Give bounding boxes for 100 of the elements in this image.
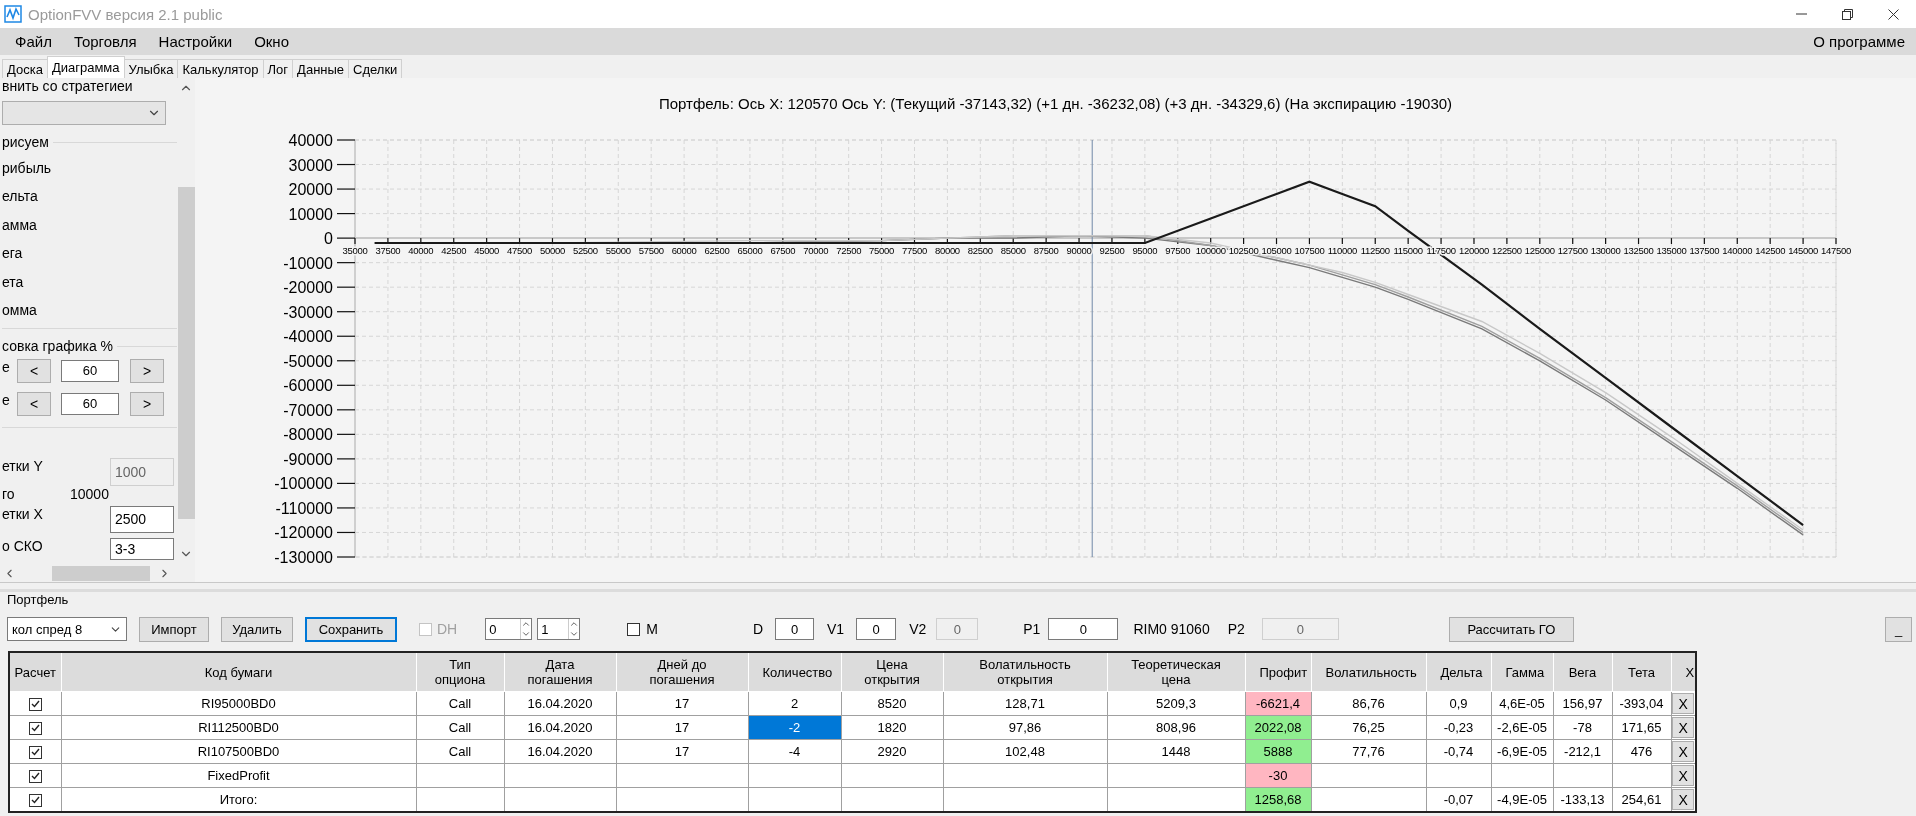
table-cell: 76,25 — [1311, 715, 1426, 740]
axis-label: 55000 — [605, 245, 631, 257]
axis-label: -120000 — [274, 524, 333, 542]
table-cell: 97,86 — [943, 715, 1107, 740]
table-cell: 16.04.2020 — [504, 739, 616, 764]
table-cell: 17 — [616, 691, 748, 716]
axis-label: 50000 — [540, 245, 565, 257]
checkbox-label: DH — [437, 621, 458, 637]
axis-label: -40000 — [283, 328, 333, 346]
table-cell: FixedProfit — [61, 763, 416, 788]
axis-label: 120000 — [1459, 245, 1489, 257]
axis-label: 122500 — [1491, 245, 1522, 257]
table-cell: 102,48 — [943, 739, 1107, 764]
table-cell: 86,76 — [1311, 691, 1426, 716]
axis-label: 60000 — [671, 245, 697, 257]
axis-label: 147500 — [1821, 245, 1851, 257]
axis-label: -80000 — [283, 426, 333, 444]
axis-label: 125000 — [1524, 245, 1555, 257]
field-label: P2 — [1227, 621, 1245, 637]
axis-label: 82500 — [967, 245, 993, 257]
axis-label: 127500 — [1557, 245, 1588, 257]
group-title: совка графика % — [2, 337, 114, 355]
field-label: о СКО — [2, 537, 44, 555]
table-cell: 1448 — [1107, 739, 1245, 764]
axis-label: 112500 — [1360, 245, 1390, 257]
field-label: внить со стратегиеи — [2, 78, 133, 95]
axis-label: -30000 — [283, 303, 333, 321]
axis-label: 100000 — [1195, 245, 1226, 257]
axis-label: 0 — [324, 230, 333, 248]
table-cell: RI95000BD0 — [61, 691, 416, 716]
axis-label: 40000 — [408, 245, 434, 257]
field-label: V2 — [909, 621, 927, 637]
table-cell: 808,96 — [1107, 715, 1245, 740]
table-cell: 17 — [616, 715, 748, 740]
axis-label: 45000 — [474, 245, 500, 257]
axis-label: 95000 — [1132, 245, 1158, 257]
axis-label: -20000 — [283, 279, 333, 297]
axis-label: 90000 — [1066, 245, 1092, 257]
axis-label: 107500 — [1294, 245, 1325, 257]
table-cell: 8520 — [841, 691, 943, 716]
axis-label: 62500 — [704, 245, 730, 257]
axis-label: 87500 — [1033, 245, 1059, 257]
axis-label: -50000 — [283, 352, 333, 370]
axis-label: 20000 — [288, 181, 333, 199]
field-label: етки Y — [2, 457, 44, 475]
axis-label: 47500 — [507, 245, 532, 257]
axis-label: -90000 — [283, 450, 333, 468]
table-cell: RI107500BD0 — [61, 739, 416, 764]
axis-label: -100000 — [274, 475, 333, 493]
axis-label: 115000 — [1393, 245, 1423, 257]
table-cell: Call — [416, 691, 504, 716]
field-label: D — [752, 621, 764, 637]
table-cell: 16.04.2020 — [504, 691, 616, 716]
axis-label: 92500 — [1099, 245, 1125, 257]
field-label: е — [2, 358, 11, 376]
axis-label: 145000 — [1788, 245, 1819, 257]
axis-label: 102500 — [1228, 245, 1259, 257]
checkbox-label: M — [646, 621, 658, 637]
axis-label: 37500 — [375, 245, 401, 257]
field-label: е — [2, 391, 11, 409]
axis-label: 35000 — [342, 245, 368, 257]
axis-label: -110000 — [275, 499, 333, 517]
field-label: P1 — [1023, 621, 1041, 637]
axis-label: 67500 — [770, 245, 796, 257]
chart-title: Портфель: Ось X: 120570 Ось Y: (Текущий -37143,32) (+1 дн. -36232,08) (+3 дн. -34329,6) (На экспирацию -19030) — [658, 94, 1453, 114]
table-cell: 16.04.2020 — [504, 715, 616, 740]
axis-label: 140000 — [1722, 245, 1753, 257]
axis-label: 75000 — [869, 245, 895, 257]
group-title: рисуем — [2, 134, 49, 151]
axis-label: 105000 — [1261, 245, 1292, 257]
table-cell: 77,76 — [1311, 739, 1426, 764]
table-cell: Call — [416, 715, 504, 740]
axis-label: 132500 — [1623, 245, 1654, 257]
axis-label: 70000 — [803, 245, 829, 257]
field-label: V1 — [827, 621, 845, 637]
table-cell: Call — [416, 739, 504, 764]
axis-label: 85000 — [1000, 245, 1026, 257]
axis-label: 52500 — [572, 245, 598, 257]
table-cell: 2920 — [841, 739, 943, 764]
underlying-price: RIM0 91060 — [1133, 621, 1210, 637]
table-cell: RI112500BD0 — [61, 715, 416, 740]
axis-label: 110000 — [1327, 245, 1357, 257]
axis-label: 77500 — [902, 245, 927, 257]
axis-label: 135000 — [1656, 245, 1687, 257]
table-cell: 128,71 — [943, 691, 1107, 716]
window-title: OptionFVV версия 2.1 public — [28, 5, 223, 23]
table-cell: Итого: — [61, 787, 416, 812]
axis-label: -70000 — [283, 401, 333, 419]
axis-label: 42500 — [441, 245, 467, 257]
axis-label: -60000 — [283, 377, 333, 395]
axis-label: -130000 — [274, 549, 333, 566]
axis-label: 142500 — [1755, 245, 1786, 257]
axis-label: 30000 — [288, 156, 333, 174]
field-label: го — [2, 485, 16, 503]
axis-label: 80000 — [934, 245, 960, 257]
axis-label: 10000 — [288, 205, 333, 223]
axis-label: 57500 — [638, 245, 664, 257]
group-title: Портфель — [7, 592, 69, 608]
table-cell: 1820 — [841, 715, 943, 740]
axis-label: 40000 — [288, 132, 333, 149]
